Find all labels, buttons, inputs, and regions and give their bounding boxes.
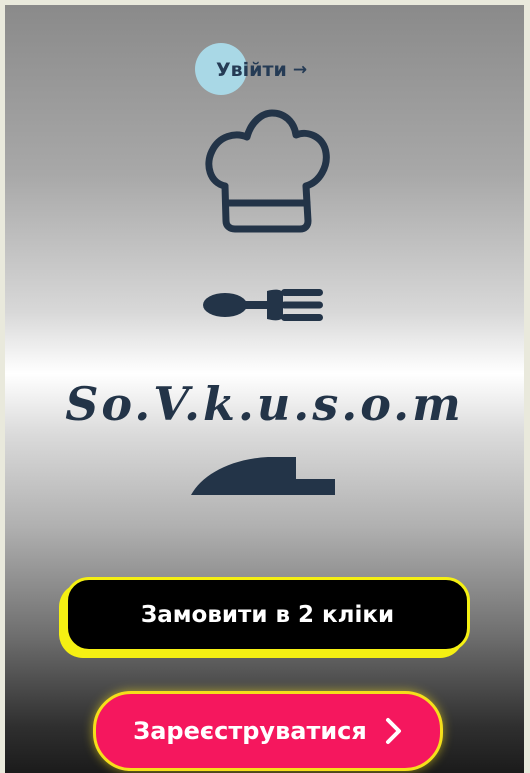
window-edge	[524, 0, 530, 773]
fork-icon	[203, 289, 323, 321]
register-button[interactable]: Зареєструватися	[93, 691, 443, 771]
login-label[interactable]: Увійти	[216, 59, 287, 81]
login-link[interactable]: Увійти →	[195, 43, 307, 97]
chef-hat-icon	[205, 109, 330, 233]
app-screen: Увійти → So.V.k.u.s.o.m Замовити в 2 клі…	[5, 5, 524, 773]
chevron-right-icon	[385, 717, 403, 745]
register-label: Зареєструватися	[133, 717, 367, 745]
knife-icon	[191, 457, 335, 495]
arrow-right-icon: →	[292, 60, 308, 80]
order-button[interactable]: Замовити в 2 кліки	[65, 577, 470, 652]
brand-title: So.V.k.u.s.o.m	[65, 377, 464, 431]
